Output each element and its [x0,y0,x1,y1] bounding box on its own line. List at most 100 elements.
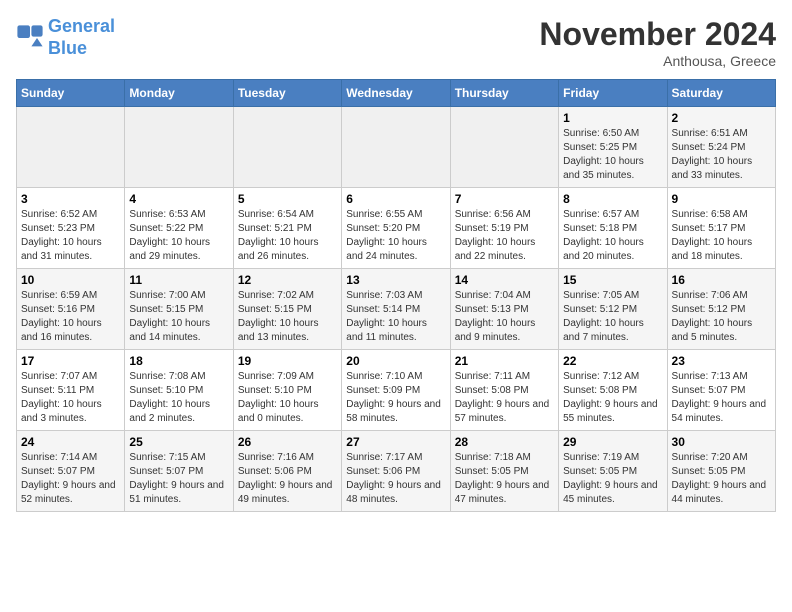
logo-name: GeneralBlue [48,16,115,59]
day-info: Sunrise: 6:52 AM Sunset: 5:23 PM Dayligh… [21,208,120,264]
calendar-header-row: SundayMondayTuesdayWednesdayThursdayFrid… [17,80,776,107]
calendar-cell: 18 Sunrise: 7:08 AM Sunset: 5:10 PM Dayli… [125,350,233,431]
day-number: 27 [346,435,445,449]
day-info: Sunrise: 7:17 AM Sunset: 5:06 PM Dayligh… [346,451,445,507]
day-number: 30 [672,435,771,449]
calendar-cell: 28Sunrise: 7:18 AM Sunset: 5:05 PM Dayli… [450,431,558,512]
calendar-cell: 10 Sunrise: 6:59 AM Sunset: 5:16 PM Dayli… [17,269,125,350]
calendar-cell: 27 Sunrise: 7:17 AM Sunset: 5:06 PM Dayli… [342,431,450,512]
calendar-cell [125,107,233,188]
calendar-cell: 6 Sunrise: 6:55 AM Sunset: 5:20 PM Daylig… [342,188,450,269]
day-number: 18 [129,354,228,368]
calendar-cell [233,107,341,188]
day-info: Sunrise: 6:51 AM Sunset: 5:24 PM Dayligh… [672,127,771,183]
day-info: Sunrise: 7:09 AM Sunset: 5:10 PM Dayligh… [238,370,337,426]
calendar-cell: 9 Sunrise: 6:58 AM Sunset: 5:17 PM Daylig… [667,188,775,269]
logo-icon [16,24,44,52]
day-info: Sunrise: 6:58 AM Sunset: 5:17 PM Dayligh… [672,208,771,264]
day-number: 9 [672,192,771,206]
day-number: 19 [238,354,337,368]
calendar-cell: 24 Sunrise: 7:14 AM Sunset: 5:07 PM Dayli… [17,431,125,512]
weekday-header-sunday: Sunday [17,80,125,107]
day-number: 29 [563,435,662,449]
calendar-cell [342,107,450,188]
day-info: Sunrise: 7:03 AM Sunset: 5:14 PM Dayligh… [346,289,445,345]
day-number: 15 [563,273,662,287]
calendar-cell: 19 Sunrise: 7:09 AM Sunset: 5:10 PM Dayli… [233,350,341,431]
weekday-header-saturday: Saturday [667,80,775,107]
day-info: Sunrise: 6:53 AM Sunset: 5:22 PM Dayligh… [129,208,228,264]
calendar-cell: 3Sunrise: 6:52 AM Sunset: 5:23 PM Daylig… [17,188,125,269]
day-number: 13 [346,273,445,287]
day-number: 12 [238,273,337,287]
day-info: Sunrise: 6:57 AM Sunset: 5:18 PM Dayligh… [563,208,662,264]
day-info: Sunrise: 7:06 AM Sunset: 5:12 PM Dayligh… [672,289,771,345]
day-info: Sunrise: 6:56 AM Sunset: 5:19 PM Dayligh… [455,208,554,264]
calendar-week-1: 1 Sunrise: 6:50 AM Sunset: 5:25 PM Daylig… [17,107,776,188]
calendar-cell: 14Sunrise: 7:04 AM Sunset: 5:13 PM Dayli… [450,269,558,350]
calendar-cell: 29 Sunrise: 7:19 AM Sunset: 5:05 PM Dayli… [559,431,667,512]
day-info: Sunrise: 7:14 AM Sunset: 5:07 PM Dayligh… [21,451,120,507]
day-info: Sunrise: 7:00 AM Sunset: 5:15 PM Dayligh… [129,289,228,345]
calendar-cell: 5 Sunrise: 6:54 AM Sunset: 5:21 PM Daylig… [233,188,341,269]
day-number: 26 [238,435,337,449]
month-title: November 2024 [539,16,776,53]
day-info: Sunrise: 6:59 AM Sunset: 5:16 PM Dayligh… [21,289,120,345]
calendar-cell: 30 Sunrise: 7:20 AM Sunset: 5:05 PM Dayli… [667,431,775,512]
day-number: 14 [455,273,554,287]
calendar-cell: 7 Sunrise: 6:56 AM Sunset: 5:19 PM Daylig… [450,188,558,269]
day-info: Sunrise: 7:08 AM Sunset: 5:10 PM Dayligh… [129,370,228,426]
calendar-cell: 12 Sunrise: 7:02 AM Sunset: 5:15 PM Dayli… [233,269,341,350]
calendar-cell: 26 Sunrise: 7:16 AM Sunset: 5:06 PM Dayli… [233,431,341,512]
day-info: Sunrise: 7:20 AM Sunset: 5:05 PM Dayligh… [672,451,771,507]
day-number: 16 [672,273,771,287]
weekday-header-thursday: Thursday [450,80,558,107]
weekday-header-wednesday: Wednesday [342,80,450,107]
day-info: Sunrise: 7:13 AM Sunset: 5:07 PM Dayligh… [672,370,771,426]
page-header: GeneralBlue November 2024 Anthousa, Gree… [16,16,776,69]
calendar-cell: 22 Sunrise: 7:12 AM Sunset: 5:08 PM Dayli… [559,350,667,431]
day-info: Sunrise: 6:55 AM Sunset: 5:20 PM Dayligh… [346,208,445,264]
day-number: 6 [346,192,445,206]
weekday-header-tuesday: Tuesday [233,80,341,107]
day-number: 5 [238,192,337,206]
day-number: 8 [563,192,662,206]
day-info: Sunrise: 7:19 AM Sunset: 5:05 PM Dayligh… [563,451,662,507]
day-number: 1 [563,111,662,125]
weekday-header-monday: Monday [125,80,233,107]
calendar-cell: 8 Sunrise: 6:57 AM Sunset: 5:18 PM Daylig… [559,188,667,269]
day-info: Sunrise: 6:54 AM Sunset: 5:21 PM Dayligh… [238,208,337,264]
calendar-week-3: 10 Sunrise: 6:59 AM Sunset: 5:16 PM Dayli… [17,269,776,350]
day-number: 17 [21,354,120,368]
day-info: Sunrise: 7:07 AM Sunset: 5:11 PM Dayligh… [21,370,120,426]
day-info: Sunrise: 7:12 AM Sunset: 5:08 PM Dayligh… [563,370,662,426]
calendar-table: SundayMondayTuesdayWednesdayThursdayFrid… [16,79,776,512]
calendar-cell: 23 Sunrise: 7:13 AM Sunset: 5:07 PM Dayli… [667,350,775,431]
day-number: 25 [129,435,228,449]
day-number: 10 [21,273,120,287]
calendar-week-5: 24 Sunrise: 7:14 AM Sunset: 5:07 PM Dayli… [17,431,776,512]
calendar-week-4: 17 Sunrise: 7:07 AM Sunset: 5:11 PM Dayli… [17,350,776,431]
calendar-cell: 11 Sunrise: 7:00 AM Sunset: 5:15 PM Dayli… [125,269,233,350]
day-info: Sunrise: 7:02 AM Sunset: 5:15 PM Dayligh… [238,289,337,345]
calendar-cell: 13 Sunrise: 7:03 AM Sunset: 5:14 PM Dayli… [342,269,450,350]
calendar-cell [450,107,558,188]
day-number: 2 [672,111,771,125]
day-number: 11 [129,273,228,287]
day-number: 4 [129,192,228,206]
day-info: Sunrise: 7:16 AM Sunset: 5:06 PM Dayligh… [238,451,337,507]
day-info: Sunrise: 7:05 AM Sunset: 5:12 PM Dayligh… [563,289,662,345]
weekday-header-friday: Friday [559,80,667,107]
calendar-cell: 15 Sunrise: 7:05 AM Sunset: 5:12 PM Dayli… [559,269,667,350]
day-number: 24 [21,435,120,449]
day-info: Sunrise: 6:50 AM Sunset: 5:25 PM Dayligh… [563,127,662,183]
day-number: 22 [563,354,662,368]
calendar-cell: 25 Sunrise: 7:15 AM Sunset: 5:07 PM Dayli… [125,431,233,512]
day-number: 21 [455,354,554,368]
day-number: 23 [672,354,771,368]
day-number: 7 [455,192,554,206]
calendar-cell: 16 Sunrise: 7:06 AM Sunset: 5:12 PM Dayli… [667,269,775,350]
title-block: November 2024 Anthousa, Greece [539,16,776,69]
day-info: Sunrise: 7:15 AM Sunset: 5:07 PM Dayligh… [129,451,228,507]
calendar-cell: 2 Sunrise: 6:51 AM Sunset: 5:24 PM Daylig… [667,107,775,188]
